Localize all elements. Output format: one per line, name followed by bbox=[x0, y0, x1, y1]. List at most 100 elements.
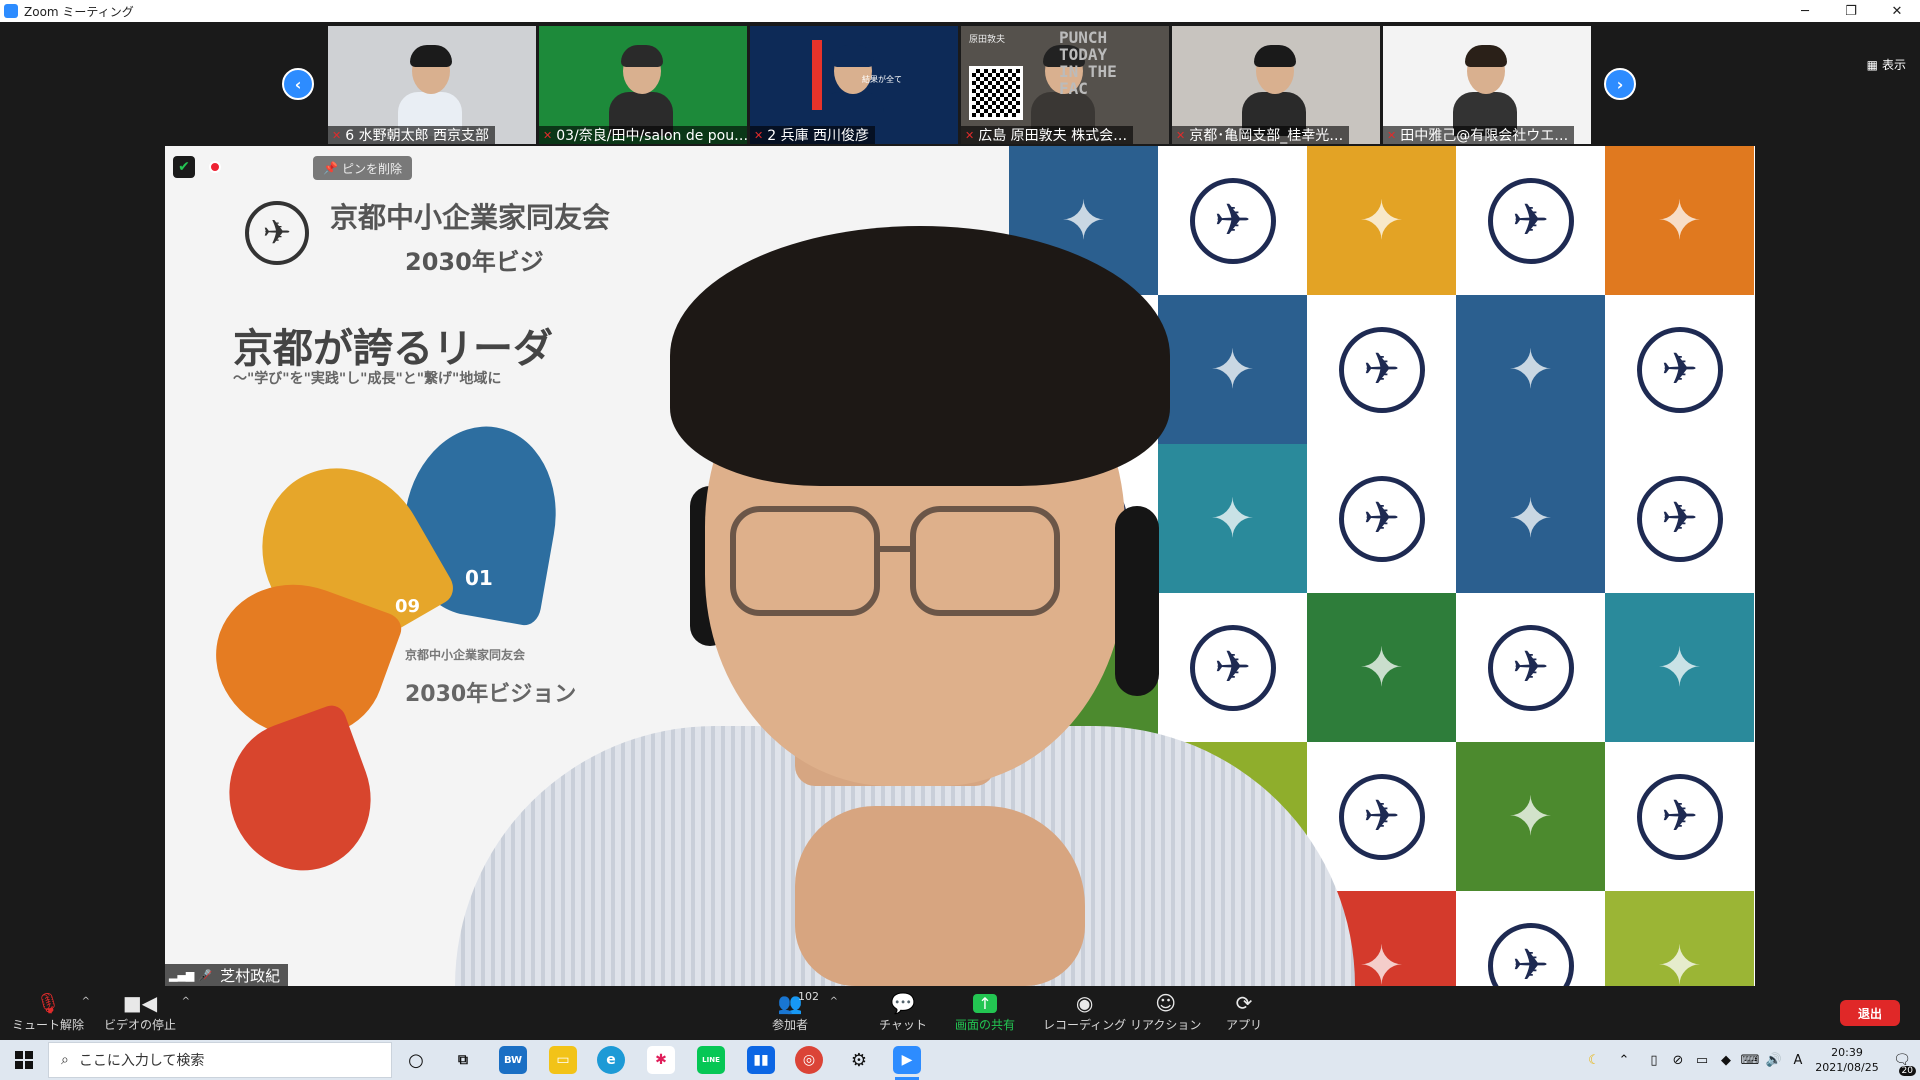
ime-indicator[interactable]: A bbox=[1786, 1053, 1810, 1068]
chat-icon: 💬 bbox=[890, 991, 916, 1015]
participant-name: 広島 原田敦夫 株式会… bbox=[978, 128, 1128, 144]
speaker-name: 芝村政紀 bbox=[220, 966, 281, 985]
participant-thumbnail[interactable]: ✕ 03/奈良/田中/salon de pou… bbox=[539, 26, 747, 144]
glasses-bridge bbox=[880, 546, 910, 552]
notification-count: 20 bbox=[1898, 1066, 1916, 1076]
participant-hair bbox=[832, 45, 874, 67]
strip-next-button[interactable]: › bbox=[1604, 68, 1636, 100]
participant-name-tag: ✕ 京都･亀岡支部_桂幸光… bbox=[1172, 126, 1350, 144]
clock-time: 20:39 bbox=[1831, 1046, 1863, 1059]
participant-name: 6 水野朝太郎 西京支部 bbox=[345, 128, 490, 144]
task-view-icon[interactable]: ⧉ bbox=[449, 1046, 477, 1074]
sdg-pictogram-icon: ✦ bbox=[1507, 487, 1554, 550]
dropbox-icon[interactable]: ◆ bbox=[1714, 1053, 1738, 1068]
close-button[interactable]: ✕ bbox=[1874, 0, 1920, 22]
glasses-icon bbox=[910, 506, 1060, 616]
leave-button[interactable]: 退出 bbox=[1840, 1000, 1900, 1026]
volume-icon[interactable]: 🔊 bbox=[1762, 1053, 1786, 1068]
active-speaker-video[interactable]: ✈ 京都中小企業家同友会 2030年ビジ 京都が誇るリーダ 〜"学び"を"実践"… bbox=[165, 146, 1755, 986]
settings-icon[interactable]: ⚙ bbox=[845, 1046, 873, 1074]
mic-off-icon: 🎤̸ bbox=[198, 968, 213, 982]
mute-button[interactable]: 🎙 ミュート解除 ^ bbox=[12, 990, 90, 1033]
grid-tile: ✦ bbox=[1456, 742, 1605, 891]
strip-prev-button[interactable]: ‹ bbox=[282, 68, 314, 100]
slide-num: 09 bbox=[395, 596, 421, 617]
minimize-button[interactable]: ─ bbox=[1782, 0, 1828, 22]
recording-indicator-icon bbox=[209, 161, 221, 173]
weather-icon[interactable]: ☾ bbox=[1582, 1053, 1606, 1068]
org-logo-icon: ✈ bbox=[1487, 624, 1574, 711]
grid-tile: ✈ bbox=[1605, 742, 1754, 891]
participants-options-caret[interactable]: ^ bbox=[830, 996, 838, 1007]
participant-thumbnail[interactable]: ✕ 田中雅己@有限会社ウエ… bbox=[1383, 26, 1591, 144]
tray-expand-icon[interactable]: ⌃ bbox=[1606, 1053, 1642, 1068]
video-button[interactable]: ■◀ ビデオの停止 ^ bbox=[104, 990, 190, 1033]
edge-icon[interactable]: e bbox=[597, 1046, 625, 1074]
reaction-icon: ☺ bbox=[1155, 991, 1177, 1015]
participant-thumbnail[interactable]: ✕ 2 兵庫 西川俊彦 結果が全て bbox=[750, 26, 958, 144]
grid-tile: ✈ bbox=[1456, 146, 1605, 295]
display-icon[interactable]: ▭ bbox=[1690, 1053, 1714, 1068]
grid-tile: ✦ bbox=[1456, 295, 1605, 444]
video-label: ビデオの停止 bbox=[104, 1018, 177, 1032]
mute-options-caret[interactable]: ^ bbox=[82, 996, 90, 1007]
grid-tile: ✦ bbox=[1605, 146, 1754, 295]
sdg-pictogram-icon: ✦ bbox=[1358, 636, 1405, 699]
apps-button[interactable]: ⟳ アプリ bbox=[1226, 990, 1262, 1033]
mic-off-icon: 🎙 bbox=[35, 991, 61, 1015]
mic-off-icon: ✕ bbox=[332, 128, 342, 142]
sdg-pictogram-icon: ✦ bbox=[1656, 636, 1703, 699]
participants-button[interactable]: 👥 102 参加者 ^ bbox=[772, 990, 838, 1033]
slack-icon[interactable]: ✱ bbox=[647, 1046, 675, 1074]
punch-text: FAC bbox=[1059, 79, 1088, 98]
cortana-icon[interactable]: ○ bbox=[402, 1046, 430, 1074]
taskbar-search-box[interactable]: ⌕ ここに入力して検索 bbox=[48, 1042, 392, 1078]
apps-icon: ⟳ bbox=[1235, 991, 1253, 1015]
window-controls: ─ ❐ ✕ bbox=[1782, 0, 1920, 22]
share-screen-button[interactable]: ↑ 画面の共有 bbox=[955, 990, 1015, 1033]
zoom-taskbar-icon[interactable]: ▶ bbox=[893, 1046, 921, 1080]
trello-icon[interactable]: ▮▮ bbox=[747, 1046, 775, 1074]
chat-button[interactable]: 💬 チャット bbox=[879, 990, 927, 1033]
taskbar-clock[interactable]: 20:39 2021/08/25 bbox=[1810, 1045, 1884, 1075]
notification-center-button[interactable]: 🗨 20 bbox=[1884, 1052, 1920, 1076]
sync-icon[interactable]: ⊘ bbox=[1666, 1053, 1690, 1068]
start-button[interactable] bbox=[0, 1040, 48, 1080]
unpin-button[interactable]: 📌 ピンを削除 bbox=[313, 156, 412, 180]
line-icon[interactable]: LINE bbox=[697, 1046, 725, 1074]
grid-tile: ✈ bbox=[1456, 593, 1605, 742]
participant-name: 2 兵庫 西川俊彦 bbox=[767, 128, 870, 144]
participant-thumbnail[interactable]: ✕ 6 水野朝太郎 西京支部 bbox=[328, 26, 536, 144]
participant-count: 102 bbox=[798, 990, 819, 1003]
network-icon[interactable]: ⌨ bbox=[1738, 1053, 1762, 1068]
headphone-icon bbox=[1115, 506, 1159, 696]
gallery-icon: ▦ bbox=[1866, 57, 1878, 72]
pin-icon: 📌 bbox=[323, 161, 338, 175]
org-logo-icon: ✈ bbox=[1636, 773, 1723, 860]
org-logo-icon: ✈ bbox=[1487, 922, 1574, 986]
participant-strip: ‹ ✕ 6 水野朝太郎 西京支部 ✕ 03/奈良/田中/salon de pou… ✕ 2… bbox=[0, 22, 1920, 144]
sdg-pictogram-icon: ✦ bbox=[1656, 934, 1703, 986]
restore-button[interactable]: ❐ bbox=[1828, 0, 1874, 22]
record-button[interactable]: ◉ レコーディング bbox=[1043, 990, 1126, 1033]
record-label: レコーディング bbox=[1043, 1018, 1127, 1032]
file-explorer-icon[interactable]: ▭ bbox=[549, 1046, 577, 1074]
chrome-icon[interactable]: ◎ bbox=[795, 1046, 823, 1074]
system-tray: ☾ ⌃ ▯ ⊘ ▭ ◆ ⌨ 🔊 A 20:39 2021/08/25 🗨 20 bbox=[1582, 1040, 1920, 1080]
meeting-toolbar: 🎙 ミュート解除 ^ ■◀ ビデオの停止 ^ 👥 102 参加者 ^ 💬 チャッ… bbox=[0, 986, 1920, 1040]
speaker-name-tag: ▂▄▆ 🎤̸ 芝村政紀 bbox=[165, 964, 289, 986]
windows-logo-icon bbox=[15, 1051, 33, 1069]
video-options-caret[interactable]: ^ bbox=[182, 996, 190, 1007]
unpin-label: ピンを削除 bbox=[341, 161, 402, 176]
org-logo-icon: ✈ bbox=[1636, 326, 1723, 413]
participant-thumbnail[interactable]: ✕ 広島 原田敦夫 株式会… 原田敦夫 PUNCH TODAY IN THE FAC bbox=[961, 26, 1169, 144]
speaker-person bbox=[455, 206, 1355, 986]
security-shield-icon[interactable]: ✔ bbox=[173, 156, 195, 178]
battery-icon[interactable]: ▯ bbox=[1642, 1053, 1666, 1068]
participant-thumbnail[interactable]: ✕ 京都･亀岡支部_桂幸光… bbox=[1172, 26, 1380, 144]
reaction-button[interactable]: ☺ リアクション bbox=[1130, 990, 1201, 1033]
bw-app-icon[interactable]: BW bbox=[499, 1046, 527, 1074]
view-button[interactable]: ▦ 表示 bbox=[1867, 56, 1906, 73]
sdg-pictogram-icon: ✦ bbox=[1507, 338, 1554, 401]
participant-name-tag: ✕ 2 兵庫 西川俊彦 bbox=[750, 126, 876, 144]
